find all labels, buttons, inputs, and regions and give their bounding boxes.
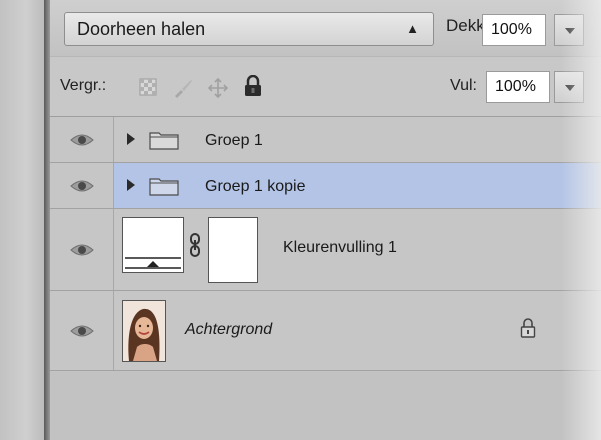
visibility-toggle[interactable] bbox=[50, 163, 114, 208]
visibility-toggle[interactable] bbox=[50, 291, 114, 370]
layer-name: Groep 1 kopie bbox=[205, 178, 306, 195]
lock-pixels-brush-icon[interactable] bbox=[172, 77, 194, 104]
layer-name: Groep 1 bbox=[205, 132, 263, 149]
fill-field[interactable]: 100% bbox=[486, 71, 550, 103]
layers-panel: Doorheen halen ▲︎ Dekking: 100% Vergr.: bbox=[50, 0, 601, 440]
layer-row-kleurenvulling-1[interactable]: Kleurenvulling 1 bbox=[50, 209, 601, 291]
opacity-dropdown-button[interactable] bbox=[554, 14, 584, 46]
lock-icon bbox=[520, 318, 536, 338]
layer-mask-thumbnail[interactable] bbox=[208, 217, 258, 283]
photo-thumbnail[interactable] bbox=[122, 300, 166, 362]
lock-position-move-icon[interactable] bbox=[207, 77, 229, 104]
fill-label: Vul: bbox=[450, 77, 477, 94]
blend-mode-value: Doorheen halen bbox=[77, 19, 206, 39]
layer-row-groep-1[interactable]: Groep 1 bbox=[50, 117, 601, 163]
layer-name: Kleurenvulling 1 bbox=[283, 239, 397, 256]
select-updown-icon: ▲︎ bbox=[406, 21, 419, 36]
opacity-field[interactable]: 100% bbox=[482, 14, 546, 46]
blend-opacity-bar: Doorheen halen ▲︎ Dekking: 100% bbox=[50, 0, 601, 56]
visibility-toggle[interactable] bbox=[50, 117, 114, 162]
lock-transparency-icon[interactable] bbox=[138, 77, 158, 102]
eye-icon bbox=[70, 180, 94, 191]
chain-link-icon[interactable] bbox=[188, 233, 202, 257]
expand-arrow-icon[interactable] bbox=[127, 179, 135, 191]
fill-layer-thumbnail[interactable] bbox=[122, 217, 184, 273]
blend-mode-select[interactable]: Doorheen halen ▲︎ bbox=[64, 12, 434, 46]
folder-icon bbox=[149, 178, 179, 196]
left-gutter bbox=[0, 0, 44, 440]
lock-all-icon[interactable] bbox=[244, 74, 262, 102]
folder-icon bbox=[149, 132, 179, 150]
eye-icon bbox=[70, 325, 94, 336]
expand-arrow-icon[interactable] bbox=[127, 133, 135, 145]
eye-icon bbox=[70, 244, 94, 255]
layer-name: Achtergrond bbox=[185, 321, 273, 338]
fill-dropdown-button[interactable] bbox=[554, 71, 584, 103]
lock-fill-bar: Vergr.: Vul: 100% bbox=[50, 56, 601, 117]
layers-empty-area bbox=[50, 372, 601, 440]
lock-label: Vergr.: bbox=[60, 77, 107, 94]
layer-row-groep-1-kopie[interactable]: Groep 1 kopie bbox=[50, 163, 601, 209]
layers-list: Groep 1 Groep 1 kopie Kleurenvulling 1 A… bbox=[50, 116, 601, 371]
layer-row-achtergrond[interactable]: Achtergrond bbox=[50, 291, 601, 371]
visibility-toggle[interactable] bbox=[50, 209, 114, 290]
eye-icon bbox=[70, 134, 94, 145]
